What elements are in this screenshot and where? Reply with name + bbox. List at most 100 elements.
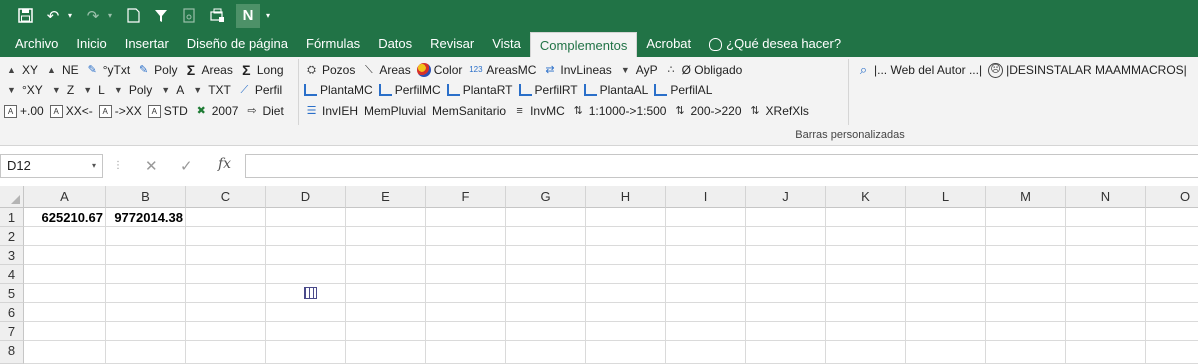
- cell-f5[interactable]: [426, 284, 506, 303]
- name-box[interactable]: D12 ▾: [0, 154, 103, 178]
- addin-n-button[interactable]: N: [236, 3, 260, 28]
- formula-input[interactable]: [245, 154, 1198, 178]
- undo-dropdown-icon[interactable]: ▾: [68, 11, 78, 20]
- cell-e1[interactable]: [346, 208, 426, 227]
- redo-icon[interactable]: ↷: [80, 4, 106, 28]
- cell-o3[interactable]: [1146, 246, 1198, 265]
- cell-f7[interactable]: [426, 322, 506, 341]
- tab-datos[interactable]: Datos: [369, 31, 421, 57]
- xx-left-button[interactable]: A XX<-: [49, 104, 93, 118]
- cell-o1[interactable]: [1146, 208, 1198, 227]
- cancel-icon[interactable]: ✕: [145, 157, 158, 175]
- cell-i5[interactable]: [666, 284, 746, 303]
- column-header-o[interactable]: O: [1146, 186, 1198, 208]
- row-header-4[interactable]: 4: [0, 265, 24, 284]
- cell-j3[interactable]: [746, 246, 826, 265]
- cell-l1[interactable]: [906, 208, 986, 227]
- cell-k1[interactable]: [826, 208, 906, 227]
- poly-button[interactable]: ✎ Poly: [136, 63, 177, 77]
- cell-l3[interactable]: [906, 246, 986, 265]
- poly-down-button[interactable]: ▼ Poly: [111, 83, 152, 97]
- cell-g8[interactable]: [506, 341, 586, 364]
- cell-n1[interactable]: [1066, 208, 1146, 227]
- redo-dropdown-icon[interactable]: ▾: [108, 11, 118, 20]
- l-button[interactable]: ▼ L: [80, 83, 105, 97]
- select-all-button[interactable]: [0, 186, 24, 208]
- row-header-6[interactable]: 6: [0, 303, 24, 322]
- cell-a5[interactable]: [24, 284, 106, 303]
- memsanitario-button[interactable]: MemSanitario: [304, 104, 506, 299]
- column-header-f[interactable]: F: [426, 186, 506, 208]
- 2007-button[interactable]: ✖ 2007: [194, 104, 239, 118]
- areas-sum-button[interactable]: Σ Areas: [184, 63, 233, 77]
- cell-g1[interactable]: [506, 208, 586, 227]
- cell-f6[interactable]: [426, 303, 506, 322]
- row-header-3[interactable]: 3: [0, 246, 24, 265]
- row-header-1[interactable]: 1: [0, 208, 24, 227]
- cell-d6[interactable]: [266, 303, 346, 322]
- cell-k5[interactable]: [826, 284, 906, 303]
- cell-i4[interactable]: [666, 265, 746, 284]
- tab-diseno-pagina[interactable]: Diseño de página: [178, 31, 297, 57]
- cell-e4[interactable]: [346, 265, 426, 284]
- 200-220-button[interactable]: ⇅ 200->220: [672, 104, 741, 118]
- cell-a4[interactable]: [24, 265, 106, 284]
- cell-f1[interactable]: [426, 208, 506, 227]
- cell-g5[interactable]: [506, 284, 586, 303]
- z-button[interactable]: ▼ Z: [49, 83, 74, 97]
- cell-n6[interactable]: [1066, 303, 1146, 322]
- std-button[interactable]: A STD: [147, 104, 188, 118]
- cell-a1[interactable]: 625210.67: [24, 208, 106, 227]
- cell-c2[interactable]: [186, 227, 266, 246]
- customize-qat-icon[interactable]: ▾: [266, 11, 276, 20]
- xrefxls-button[interactable]: ⇅ XRefXls: [748, 104, 808, 118]
- cell-m8[interactable]: [986, 341, 1066, 364]
- ne-button[interactable]: ▲ NE: [44, 63, 79, 77]
- cell-m4[interactable]: [986, 265, 1066, 284]
- diet-button[interactable]: ⇨ Diet: [244, 104, 283, 118]
- chevron-down-icon[interactable]: ▾: [92, 155, 96, 177]
- web-author-button[interactable]: ⌕ |... Web del Autor ...|: [856, 63, 982, 78]
- cell-k6[interactable]: [826, 303, 906, 322]
- tab-insertar[interactable]: Insertar: [116, 31, 178, 57]
- cell-i3[interactable]: [666, 246, 746, 265]
- txt-button[interactable]: ▼ TXT: [190, 83, 231, 97]
- row-header-7[interactable]: 7: [0, 322, 24, 341]
- cell-n7[interactable]: [1066, 322, 1146, 341]
- cell-c7[interactable]: [186, 322, 266, 341]
- cell-h2[interactable]: [586, 227, 666, 246]
- cell-d1[interactable]: [266, 208, 346, 227]
- cell-i2[interactable]: [666, 227, 746, 246]
- cell-h4[interactable]: [586, 265, 666, 284]
- cell-g7[interactable]: [506, 322, 586, 341]
- cell-b1[interactable]: 9772014.38: [106, 208, 186, 227]
- cell-e8[interactable]: [346, 341, 426, 364]
- invmc-button[interactable]: ≡ InvMC: [512, 104, 564, 118]
- cell-m6[interactable]: [986, 303, 1066, 322]
- plus-decimals-button[interactable]: A +.00: [4, 104, 44, 118]
- cell-l7[interactable]: [906, 322, 986, 341]
- cell-l4[interactable]: [906, 265, 986, 284]
- mempluvial-button[interactable]: MemPluvial: [304, 104, 426, 299]
- cell-g3[interactable]: [506, 246, 586, 265]
- new-document-icon[interactable]: [120, 4, 146, 28]
- ytxt-button[interactable]: ✎ °yTxt: [85, 63, 131, 77]
- cell-b5[interactable]: [106, 284, 186, 303]
- cell-d7[interactable]: [266, 322, 346, 341]
- undo-icon[interactable]: ↶: [40, 4, 66, 28]
- cell-j2[interactable]: [746, 227, 826, 246]
- cell-k3[interactable]: [826, 246, 906, 265]
- cell-d2[interactable]: [266, 227, 346, 246]
- cell-a8[interactable]: [24, 341, 106, 364]
- invieh-button[interactable]: ☰ InvIEH: [304, 104, 358, 118]
- cell-n8[interactable]: [1066, 341, 1146, 364]
- cell-a2[interactable]: [24, 227, 106, 246]
- cell-c8[interactable]: [186, 341, 266, 364]
- plantart-button[interactable]: PlantaRT: [446, 83, 513, 97]
- areas-button[interactable]: ⟍ Areas: [361, 63, 411, 77]
- cell-i1[interactable]: [666, 208, 746, 227]
- plantamc-button[interactable]: PlantaMC: [304, 83, 373, 97]
- cell-j4[interactable]: [746, 265, 826, 284]
- column-header-a[interactable]: A: [24, 186, 106, 208]
- xy-button[interactable]: ▲ XY: [4, 63, 38, 77]
